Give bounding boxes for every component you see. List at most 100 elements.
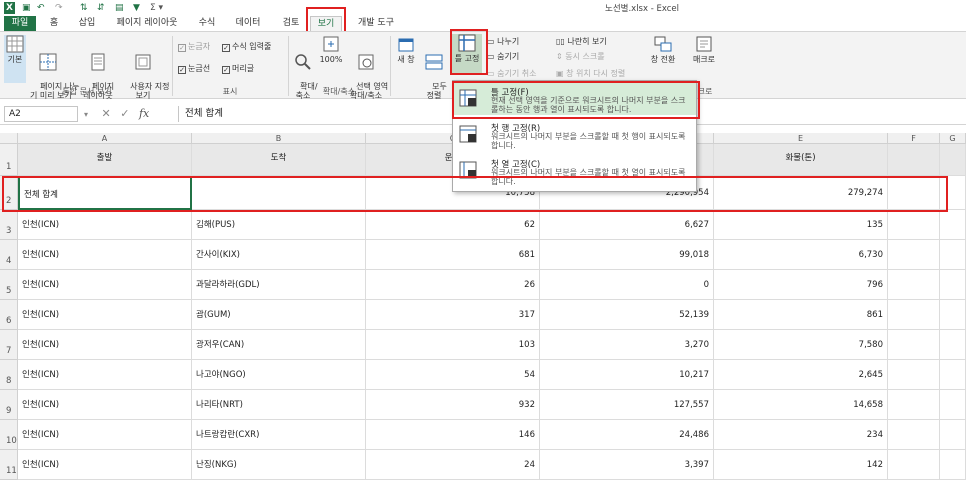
zoom-100-button[interactable]: 100% [318, 35, 344, 64]
zoom-to-selection-button[interactable]: 선택 영역 확대/축소 [346, 35, 388, 109]
cell[interactable]: 인천(ICN) [18, 420, 192, 450]
tab-developer[interactable]: 개발 도구 [350, 16, 402, 31]
cell[interactable] [940, 390, 966, 420]
function-icon[interactable]: fx [139, 107, 149, 120]
cell[interactable]: 인천(ICN) [18, 360, 192, 390]
cell[interactable] [888, 240, 940, 270]
cell[interactable]: 52,139 [540, 300, 714, 330]
normal-view-button[interactable]: 기본 [4, 35, 26, 83]
cell[interactable]: 24 [366, 450, 540, 480]
cell[interactable]: 나리타(NRT) [192, 390, 366, 420]
arrange-all-button[interactable]: 모두 정렬 [422, 35, 447, 109]
cell[interactable]: 출발 [18, 144, 192, 176]
cell[interactable] [940, 450, 966, 480]
tab-home[interactable]: 홈 [42, 16, 66, 31]
cell[interactable]: 62 [366, 210, 540, 240]
filter-icon[interactable]: ▼ [133, 2, 140, 14]
cell[interactable] [940, 360, 966, 390]
tab-page-layout[interactable]: 페이지 레이아웃 [108, 16, 186, 31]
column-header-f[interactable]: F [888, 133, 940, 144]
new-window-button[interactable]: 새 창 [394, 35, 418, 64]
headings-checkbox[interactable]: ✓ 머리글 [222, 64, 254, 74]
tab-view[interactable]: 보기 [310, 16, 342, 31]
cell[interactable]: 99,018 [540, 240, 714, 270]
cell[interactable] [940, 300, 966, 330]
page-layout-button[interactable]: 페이지 레이아웃 [80, 35, 116, 109]
cell[interactable] [888, 450, 940, 480]
cell[interactable]: 26 [366, 270, 540, 300]
confirm-icon[interactable]: ✓ [120, 107, 129, 120]
cell[interactable]: 인천(ICN) [18, 390, 192, 420]
cell[interactable] [888, 360, 940, 390]
select-all-corner[interactable] [0, 133, 18, 144]
row-header[interactable]: 1 [0, 144, 18, 176]
cell[interactable] [888, 144, 940, 176]
zoom-button[interactable]: 확대/ 축소 [290, 35, 318, 109]
cell[interactable]: 2,645 [714, 360, 888, 390]
cell[interactable]: 인천(ICN) [18, 270, 192, 300]
cell[interactable]: 김해(PUS) [192, 210, 366, 240]
column-header-g[interactable]: G [940, 133, 966, 144]
formula-bar-checkbox[interactable]: ✓ 수식 입력줄 [222, 42, 271, 52]
cell[interactable]: 과달라하라(GDL) [192, 270, 366, 300]
freeze-panes-button[interactable]: 틀 고정 [452, 34, 482, 74]
tab-insert[interactable]: 삽입 [72, 16, 102, 31]
cell[interactable]: 7,580 [714, 330, 888, 360]
ruler-checkbox[interactable]: ✓ 눈금자 [178, 42, 210, 52]
view-side-by-side-button[interactable]: ▯▯ 나란히 보기 [556, 37, 607, 47]
cell[interactable] [888, 420, 940, 450]
tab-data[interactable]: 데이터 [228, 16, 268, 31]
cell[interactable]: 10,217 [540, 360, 714, 390]
menu-item-freeze-first-column[interactable]: 첫 열 고정(C) 워크시트의 나머지 부분을 스크롤할 때 첫 열이 표시되도… [453, 155, 696, 187]
tab-file[interactable]: 파일 [4, 16, 36, 31]
row-header[interactable]: 10 [0, 420, 18, 450]
cell[interactable] [888, 210, 940, 240]
menu-item-freeze-top-row[interactable]: 첫 행 고정(R) 워크시트의 나머지 부분을 스크롤할 때 첫 행이 표시되도… [453, 119, 696, 151]
cell[interactable]: 135 [714, 210, 888, 240]
save-icon[interactable]: ▣ [22, 2, 31, 14]
cell[interactable] [940, 176, 966, 210]
cell[interactable]: 861 [714, 300, 888, 330]
cell[interactable] [940, 420, 966, 450]
cell[interactable]: 317 [366, 300, 540, 330]
row-header[interactable]: 7 [0, 330, 18, 360]
cell[interactable] [940, 330, 966, 360]
hide-button[interactable]: ▭ 숨기기 [487, 52, 519, 62]
cell[interactable] [940, 210, 966, 240]
sum-icon[interactable]: Σ ▾ [150, 2, 163, 14]
cell[interactable] [940, 270, 966, 300]
cell[interactable]: 나트랑캄란(CXR) [192, 420, 366, 450]
tab-formulas[interactable]: 수식 [192, 16, 222, 31]
cell[interactable]: 도착 [192, 144, 366, 176]
chevron-down-icon[interactable]: ▾ [84, 110, 88, 119]
form-icon[interactable]: ▤ [115, 2, 124, 14]
cell[interactable]: 142 [714, 450, 888, 480]
tab-review[interactable]: 검토 [276, 16, 306, 31]
redo-icon[interactable]: ↷ [55, 2, 63, 14]
cell[interactable]: 화물(톤) [714, 144, 888, 176]
cell[interactable] [888, 176, 940, 210]
cell[interactable] [888, 390, 940, 420]
row-header[interactable]: 8 [0, 360, 18, 390]
cell[interactable]: 난징(NKG) [192, 450, 366, 480]
cell[interactable]: 14,658 [714, 390, 888, 420]
split-button[interactable]: ▭ 나누기 [487, 37, 519, 47]
cell[interactable]: 6,730 [714, 240, 888, 270]
cell[interactable] [888, 270, 940, 300]
cell[interactable]: 0 [540, 270, 714, 300]
cell[interactable]: 나고야(NGO) [192, 360, 366, 390]
row-header[interactable]: 4 [0, 240, 18, 270]
switch-windows-button[interactable]: 창 전환 [646, 35, 680, 64]
row-header[interactable]: 9 [0, 390, 18, 420]
cancel-icon[interactable]: ✕ [102, 107, 111, 120]
gridlines-checkbox[interactable]: ✓ 눈금선 [178, 64, 210, 74]
cell[interactable]: 54 [366, 360, 540, 390]
cell[interactable]: 6,627 [540, 210, 714, 240]
cell[interactable] [888, 330, 940, 360]
cell[interactable]: 전체 합계 [18, 176, 192, 210]
cell[interactable]: 간사이(KIX) [192, 240, 366, 270]
macros-button[interactable]: 매크로 [688, 35, 720, 64]
column-header-b[interactable]: B [192, 133, 366, 144]
cell[interactable]: 괌(GUM) [192, 300, 366, 330]
cell[interactable]: 796 [714, 270, 888, 300]
